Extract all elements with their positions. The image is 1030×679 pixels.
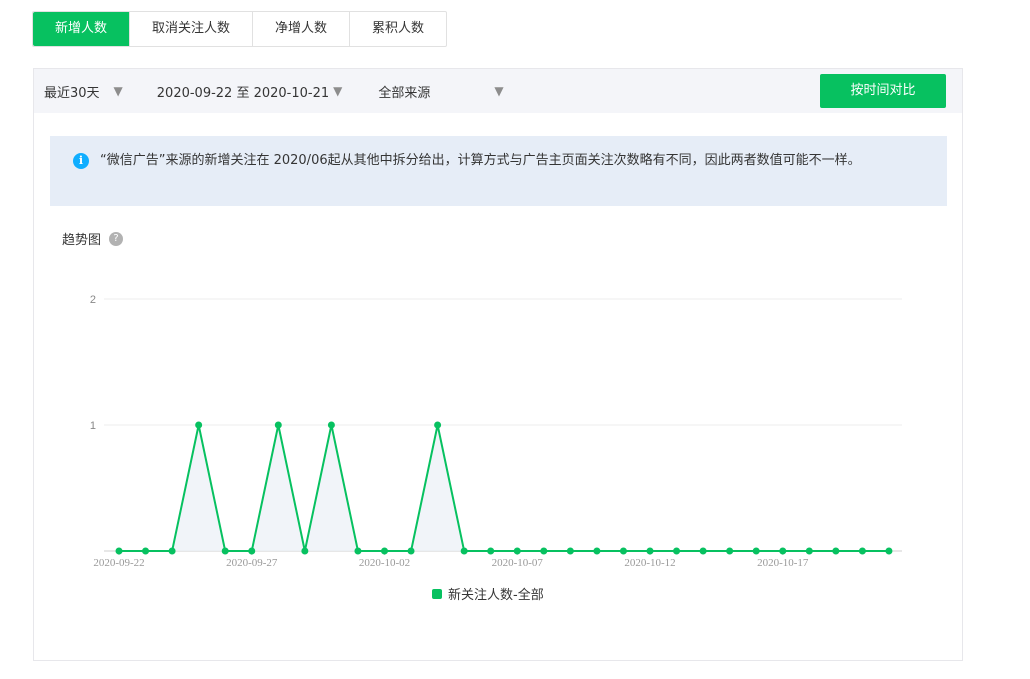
x-tick-label: 2020-09-27 [226,557,278,569]
data-point [248,547,256,555]
data-point [168,547,176,555]
data-point [752,547,760,555]
data-point [593,547,601,555]
analytics-panel: 最近30天 ▼ 2020-09-22 至 2020-10-21 ▼ 全部来源 ▼… [33,68,963,661]
legend-label: 新关注人数-全部 [448,588,544,603]
tab-unfollows[interactable]: 取消关注人数 [129,12,252,46]
data-point [779,547,787,555]
y-tick-label: 1 [90,420,96,432]
data-point [885,547,893,555]
x-tick-label: 2020-10-12 [624,557,675,569]
data-point [673,547,681,555]
legend-swatch [432,588,442,599]
data-point [434,421,442,429]
tab-new-followers[interactable]: 新增人数 [33,12,130,46]
data-point [566,547,574,555]
data-point [540,547,548,555]
x-tick-label: 2020-10-17 [757,557,809,569]
x-tick-label: 2020-10-02 [359,557,410,569]
data-point [805,547,813,555]
chart-legend[interactable]: 新关注人数-全部 [432,584,544,603]
data-point [460,547,468,555]
data-point [381,547,388,555]
data-point [699,547,707,555]
tab-net-growth[interactable]: 净增人数 [252,12,349,46]
x-tick-label: 2020-09-22 [93,557,144,569]
data-point [858,547,866,555]
data-point [142,547,150,555]
data-point [513,547,521,555]
trend-chart: 1 2 2020-09-22 2020-09-27 2020-10-02 2020-10-… [90,294,902,569]
series-line [119,424,889,552]
series-area [119,425,889,551]
x-tick-label: 2020-10-07 [492,557,544,569]
data-point [274,421,282,429]
data-point [619,547,627,555]
metric-tabs: 新增人数 取消关注人数 净增人数 累积人数 [32,11,448,47]
data-point [646,547,654,555]
data-point [115,547,123,555]
data-point [487,547,495,555]
data-point [195,421,203,429]
data-point [354,547,362,555]
data-point [301,547,309,555]
data-point [832,547,840,555]
data-point [407,547,415,555]
y-tick-label: 2 [90,294,96,306]
data-point [726,547,734,555]
data-point [327,421,335,429]
data-point [221,547,229,555]
tab-cumulative[interactable]: 累积人数 [349,12,446,46]
